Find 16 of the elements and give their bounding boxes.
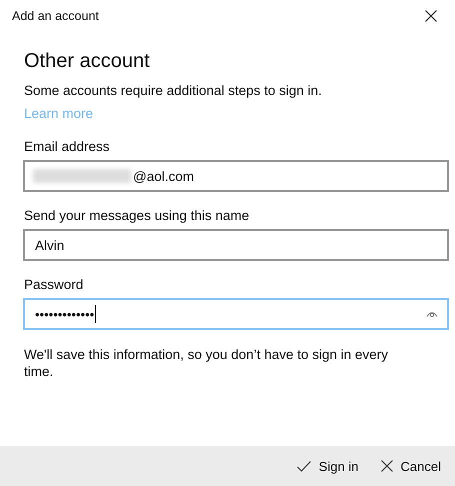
cancel-button[interactable]: Cancel [378,454,443,478]
sign-in-button[interactable]: Sign in [294,454,361,478]
checkmark-icon [296,460,311,472]
info-text: We'll save this information, so you don’t have to sign in every time. [24,346,390,380]
email-field[interactable]: @aol.com [23,160,449,192]
field-label: Send your messages using this name [24,208,250,223]
close-icon [380,460,393,472]
eye-icon[interactable] [426,310,438,318]
description-text: Some accounts require additional steps to sign in. [24,83,323,98]
name-field[interactable]: Alvin [23,229,449,261]
window-title: Add an account [12,9,99,23]
dialog-heading: Other account [24,50,151,73]
field-label: Email address [24,139,111,154]
password-field[interactable]: ••••••••••••• [23,298,449,330]
close-icon[interactable] [425,10,437,22]
field-label: Password [24,277,84,292]
